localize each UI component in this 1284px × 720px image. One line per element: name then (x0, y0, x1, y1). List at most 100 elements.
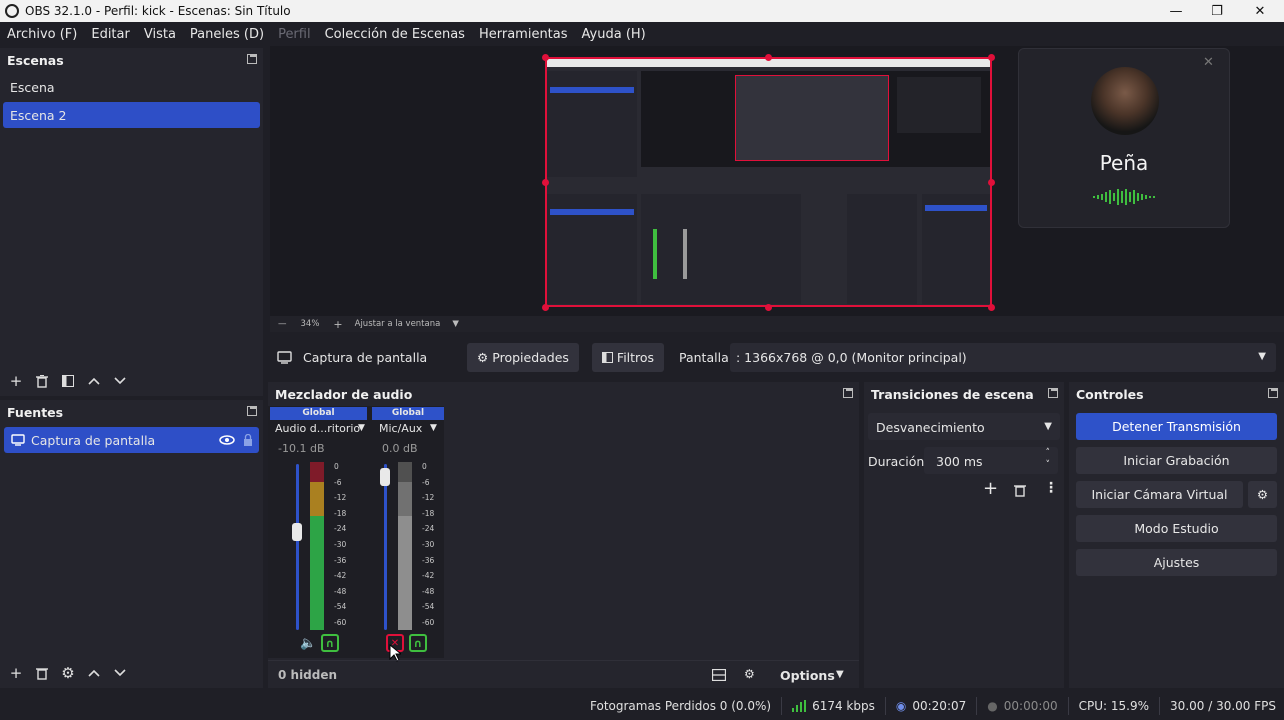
scenes-dock: Escenas Escena Escena 2 + (0, 48, 263, 396)
channel-db: 0.0 dB (382, 442, 418, 455)
close-icon[interactable]: ✕ (1203, 55, 1214, 70)
gear-icon: ⚙ (1256, 487, 1269, 502)
preview-canvas[interactable]: ✕ Peña — 34% + Ajustar a la ventana ▼ (270, 46, 1284, 332)
captured-screen[interactable] (545, 57, 992, 307)
duration-spinbox[interactable]: 300 ms ˄ ˅ (924, 447, 1058, 474)
display-select[interactable]: : 1366x768 @ 0,0 (Monitor principal) ▼ (730, 343, 1276, 372)
more-icon[interactable]: ⋮ (1044, 480, 1058, 496)
menu-paneles[interactable]: Paneles (D) (190, 27, 264, 42)
trash-icon[interactable] (1014, 484, 1026, 497)
chevron-down-icon[interactable]: ▼ (358, 423, 365, 433)
speaker-icon[interactable]: 🔈 (300, 636, 316, 651)
move-up-icon[interactable] (86, 665, 102, 681)
gear-icon[interactable]: ⚙ (60, 664, 76, 682)
menu-editar[interactable]: Editar (91, 27, 130, 42)
menu-coleccion[interactable]: Colección de Escenas (325, 27, 465, 42)
menu-herramientas[interactable]: Herramientas (479, 27, 568, 42)
fit-label[interactable]: Ajustar a la ventana (355, 319, 441, 329)
add-icon[interactable]: + (8, 372, 24, 390)
headphones-icon[interactable]: ∩ (409, 634, 427, 652)
filters-icon[interactable] (60, 373, 76, 389)
meter-tick: -18 (422, 508, 435, 518)
volume-track[interactable] (296, 464, 299, 630)
sources-toolbar: + ⚙ (0, 660, 263, 686)
chevron-down-icon[interactable]: ▼ (836, 669, 844, 680)
properties-button[interactable]: ⚙ Propiedades (467, 343, 579, 372)
menu-vista[interactable]: Vista (144, 27, 176, 42)
transition-select[interactable]: Desvanecimiento ▼ (868, 413, 1060, 440)
meter-tick: -60 (334, 618, 347, 627)
menu-archivo[interactable]: Archivo (F) (7, 27, 77, 42)
trash-icon[interactable] (34, 373, 50, 389)
meter-segment (398, 482, 412, 516)
start-recording-button[interactable]: Iniciar Grabación (1076, 447, 1277, 474)
sources-title: Fuentes (7, 404, 64, 420)
window-title: OBS 32.1.0 - Perfil: kick - Escenas: Sin… (25, 4, 291, 18)
menu-ayuda[interactable]: Ayuda (H) (582, 27, 646, 42)
chevron-down-icon[interactable]: ▼ (452, 319, 459, 329)
channel-badge: Global (270, 407, 367, 420)
studio-mode-button[interactable]: Modo Estudio (1076, 515, 1277, 542)
active-source-label: Captura de pantalla (303, 350, 428, 365)
start-virtual-camera-button[interactable]: Iniciar Cámara Virtual (1076, 481, 1243, 508)
undock-icon[interactable] (1048, 388, 1058, 398)
volume-slider-handle[interactable] (380, 467, 390, 486)
chevron-down-icon[interactable]: ˅ (1046, 460, 1051, 470)
volume-slider-handle[interactable] (292, 523, 302, 541)
chevron-down-icon[interactable]: ▼ (430, 423, 437, 433)
options-button[interactable]: Options (780, 668, 835, 683)
duration-value: 300 ms (936, 454, 983, 469)
filters-button[interactable]: Filtros (592, 343, 664, 372)
chevron-down-icon[interactable]: ▼ (1258, 351, 1266, 362)
settings-button[interactable]: Ajustes (1076, 549, 1277, 576)
channel-badge: Global (372, 407, 444, 420)
meter-tick: -6 (334, 477, 342, 487)
scene-item[interactable]: Escena (3, 74, 260, 100)
menu-perfil[interactable]: Perfil (278, 27, 311, 42)
monitor-icon (277, 351, 292, 364)
streaming-icon: ◉ (895, 699, 907, 713)
menu-bar: Archivo (F) Editar Vista Paneles (D) Per… (0, 22, 1284, 46)
meter-segment (398, 515, 412, 630)
undock-icon[interactable] (247, 54, 257, 64)
volume-track[interactable] (384, 464, 387, 630)
meter-tick: -30 (334, 540, 347, 549)
zoom-in-icon[interactable]: + (333, 318, 342, 331)
scene-item-selected[interactable]: Escena 2 (3, 102, 260, 128)
undock-icon[interactable] (843, 388, 853, 398)
headphones-icon[interactable]: ∩ (321, 634, 339, 652)
chevron-down-icon[interactable]: ▼ (1044, 421, 1052, 432)
add-icon[interactable]: + (8, 664, 24, 682)
chevron-up-icon[interactable]: ˄ (1046, 448, 1051, 458)
virtual-camera-settings-button[interactable]: ⚙ (1248, 481, 1277, 508)
transitions-dock: Transiciones de escena Desvanecimiento ▼… (864, 382, 1064, 688)
move-down-icon[interactable] (112, 665, 128, 681)
meter-tick: -18 (334, 508, 347, 518)
zoom-bar: — 34% + Ajustar a la ventana ▼ (270, 316, 1284, 332)
eye-icon[interactable] (219, 435, 235, 445)
trash-icon[interactable] (34, 665, 50, 681)
close-button[interactable]: ✕ (1238, 0, 1282, 22)
transition-type: Desvanecimiento (876, 420, 985, 435)
add-icon[interactable]: + (983, 478, 998, 499)
minimize-button[interactable]: — (1154, 0, 1198, 22)
stop-streaming-button[interactable]: Detener Transmisión (1076, 413, 1277, 440)
meter-tick: -24 (422, 524, 435, 534)
undock-icon[interactable] (1268, 388, 1278, 398)
move-up-icon[interactable] (86, 373, 102, 389)
maximize-button[interactable]: ❐ (1195, 0, 1239, 22)
layout-icon[interactable] (712, 669, 726, 681)
meter-tick: -54 (422, 602, 435, 612)
source-item[interactable]: Captura de pantalla (4, 427, 259, 453)
zoom-out-icon[interactable]: — (278, 319, 287, 329)
audio-meter (310, 462, 324, 630)
advanced-settings-icon[interactable]: ⚙ (744, 667, 755, 681)
move-down-icon[interactable] (112, 373, 128, 389)
lock-icon[interactable] (243, 434, 253, 446)
zoom-value: 34% (300, 319, 320, 329)
source-label: Captura de pantalla (31, 432, 156, 448)
scenes-title: Escenas (7, 52, 64, 68)
undock-icon[interactable] (247, 406, 257, 416)
signal-icon (792, 700, 807, 712)
meter-tick: -42 (422, 571, 435, 581)
